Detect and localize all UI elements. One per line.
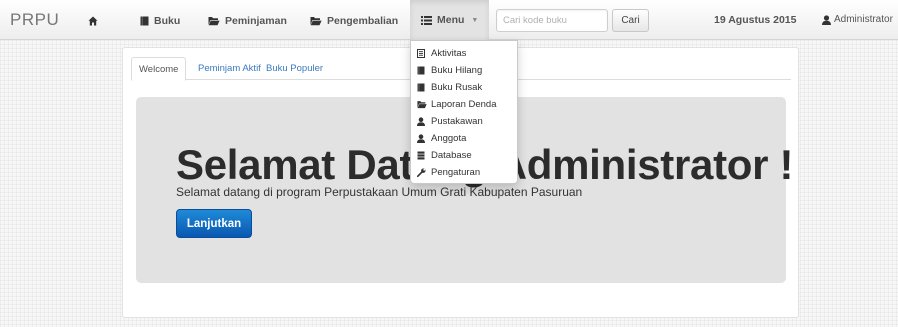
wrench-icon (417, 168, 426, 177)
brand-logo[interactable]: PRPU (10, 10, 59, 30)
list-icon (421, 15, 432, 25)
folder-open-icon (208, 16, 220, 26)
user-icon (417, 117, 425, 126)
nav-peminjaman[interactable]: Peminjaman (208, 13, 287, 29)
nav-peminjaman-label: Peminjaman (225, 15, 287, 27)
menu-item-pustakawan[interactable]: Pustakawan (411, 113, 517, 130)
menu-item-label: Aktivitas (431, 48, 467, 59)
book-icon (140, 16, 149, 26)
nav-buku[interactable]: Buku (140, 13, 180, 29)
tab-welcome[interactable]: Welcome (131, 57, 187, 81)
user-icon (822, 14, 831, 25)
menu-item-label: Buku Rusak (431, 82, 483, 93)
nav-buku-label: Buku (154, 15, 181, 27)
menu-item-label: Pengaturan (431, 167, 481, 178)
tab-peminjam-aktif[interactable]: Peminjam Aktif (191, 57, 268, 80)
book-icon (417, 83, 425, 92)
search-input[interactable] (496, 9, 608, 32)
menu-item-aktivitas[interactable]: Aktivitas (411, 45, 517, 62)
user-icon (417, 134, 425, 143)
caret-down-icon: ▼ (471, 16, 479, 24)
nav-menu-dropdown-toggle[interactable]: Menu ▼ (410, 0, 490, 40)
welcome-subtitle: Selamat datang di program Perpustakaan U… (176, 185, 583, 199)
menu-item-buku-hilang[interactable]: Buku Hilang (411, 62, 517, 79)
nav-pengembalian-label: Pengembalian (327, 15, 399, 27)
navbar: PRPU Buku Peminjaman Pengembalian Menu ▼… (0, 0, 898, 40)
menu-item-label: Database (431, 150, 472, 161)
menu-item-label: Laporan Denda (431, 99, 497, 110)
menu-item-database[interactable]: Database (411, 147, 517, 164)
database-icon (417, 151, 425, 160)
menu-item-anggota[interactable]: Anggota (411, 130, 517, 147)
search-button[interactable]: Cari (612, 9, 649, 32)
menu-item-buku-rusak[interactable]: Buku Rusak (411, 79, 517, 96)
nav-menu-label: Menu (437, 14, 465, 26)
menu-item-label: Buku Hilang (431, 65, 483, 76)
menu-item-pengaturan[interactable]: Pengaturan (411, 164, 517, 181)
folder-open-icon (310, 16, 322, 26)
book-icon (417, 66, 425, 75)
user-name: Administrator (834, 14, 893, 25)
nav-pengembalian[interactable]: Pengembalian (310, 13, 398, 29)
list-icon (417, 49, 425, 58)
home-icon (88, 16, 98, 26)
user-menu[interactable]: Administrator ▼ (822, 14, 898, 25)
folder-icon (417, 100, 427, 109)
tab-buku-populer[interactable]: Buku Populer (259, 57, 330, 80)
menu-item-label: Pustakawan (431, 116, 483, 127)
current-date: 19 Agustus 2015 (714, 14, 797, 26)
menu-item-laporan-denda[interactable]: Laporan Denda (411, 96, 517, 113)
menu-dropdown: Aktivitas Buku Hilang Buku Rusak Laporan… (410, 40, 518, 184)
continue-button[interactable]: Lanjutkan (176, 209, 252, 238)
nav-home[interactable] (88, 13, 98, 29)
menu-item-label: Anggota (431, 133, 467, 144)
